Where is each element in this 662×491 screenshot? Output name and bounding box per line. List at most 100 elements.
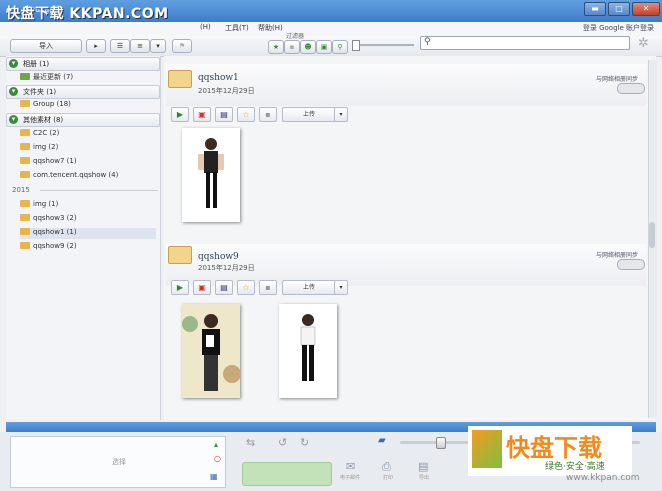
filter-label: 过滤器 (286, 33, 305, 40)
upload-button[interactable]: 上传 (282, 107, 336, 122)
photo-thumbnail[interactable] (182, 128, 240, 222)
menu-view[interactable]: (H) (200, 23, 211, 31)
sidebar-item-group[interactable]: Group (18) (20, 100, 71, 111)
sync-toggle[interactable] (617, 83, 645, 94)
recent-icon (20, 73, 30, 80)
section-albums[interactable]: ▾ 相册 (1) (6, 57, 160, 71)
date-filter-knob[interactable] (352, 40, 360, 51)
maximize-button[interactable]: □ (608, 2, 630, 16)
zoom-out-icon[interactable]: ▰ (378, 435, 386, 446)
date-filter-slider[interactable] (354, 44, 414, 46)
search-icon: ⚲ (424, 37, 431, 47)
zoom-slider-knob[interactable] (436, 437, 446, 449)
year-heading: 2015 (12, 186, 30, 194)
upload-dropdown[interactable]: ▾ (334, 107, 348, 122)
sidebar-item-qqshow7[interactable]: qqshow7 (1) (20, 157, 77, 168)
folder-icon (20, 228, 30, 235)
share-icon[interactable]: ⇆ (246, 436, 255, 449)
album-title: qqshow9 (198, 252, 239, 262)
rotate-right-icon[interactable]: ↻ (300, 436, 309, 449)
gear-icon[interactable]: ✲ (638, 36, 649, 51)
menu-help[interactable]: 帮助(H) (258, 23, 283, 33)
star-button[interactable]: ☆ (237, 280, 255, 295)
upload-to-web-button[interactable] (242, 462, 332, 486)
sidebar-item-recent[interactable]: 最近更新 (7) (20, 72, 73, 83)
sync-toggle[interactable] (617, 259, 645, 270)
movie-button[interactable]: ▤ (215, 280, 233, 295)
item-label: qqshow9 (2) (33, 242, 77, 250)
sidebar-item-img[interactable]: img (2) (20, 143, 58, 154)
detail-view-button[interactable]: ≡ (130, 39, 150, 53)
item-label: C2C (2) (33, 129, 60, 137)
folder-icon (20, 171, 30, 178)
sidebar-item-qqshow1[interactable]: qqshow1 (1) (20, 228, 156, 239)
play-button[interactable]: ▶ (171, 107, 189, 122)
clear-icon[interactable]: ○ (214, 454, 221, 463)
ad-title: 快盘下载 (506, 434, 602, 462)
sidebar-item-qqshow3[interactable]: qqshow3 (2) (20, 214, 77, 225)
album-folder-icon (168, 70, 192, 88)
rotate-left-icon[interactable]: ↺ (278, 436, 287, 449)
star-filter-icon[interactable]: ★ (268, 40, 284, 54)
ad-logo-icon (472, 430, 502, 468)
item-label: qqshow1 (1) (33, 228, 77, 236)
folder-icon (20, 157, 30, 164)
collage-button[interactable]: ▣ (193, 280, 211, 295)
sidebar-item-tencent[interactable]: com.tencent.qqshow (4) (20, 171, 118, 182)
sync-label: 与网络相册同步 (596, 76, 639, 83)
export-label: 导出 (419, 475, 430, 481)
folder-icon (20, 214, 30, 221)
item-label: com.tencent.qqshow (4) (33, 171, 119, 179)
upload-dropdown[interactable]: ▾ (334, 280, 348, 295)
watermark-text: 快盘下载 KKPAN.COM (6, 6, 169, 22)
collapse-icon: ▾ (9, 59, 18, 68)
section-other[interactable]: ▾ 其他素材 (8) (6, 113, 160, 127)
minimize-button[interactable]: ▬ (584, 2, 606, 16)
menu-tools[interactable]: 工具(T) (225, 23, 249, 33)
sidebar-item-qqshow9[interactable]: qqshow9 (2) (20, 242, 77, 253)
slideshow-button[interactable]: ▸ (86, 39, 106, 53)
print-icon[interactable]: ⎙ (382, 460, 391, 474)
tray-label: 选择 (112, 458, 126, 466)
menu-bar (0, 22, 662, 37)
collapse-icon: ▾ (9, 87, 18, 96)
upload-label: 上传 (302, 111, 315, 118)
print-label: 打印 (383, 475, 394, 481)
album-date: 2015年12月29日 (198, 264, 255, 272)
folder-icon (20, 143, 30, 150)
upload-filter-icon[interactable]: ▣ (316, 40, 332, 54)
folder-icon (20, 242, 30, 249)
item-label: img (1) (33, 200, 59, 208)
photo-thumbnail[interactable] (279, 304, 337, 398)
ad-subtitle: 绿色·安全·高速 (545, 462, 605, 472)
item-label: 最近更新 (7) (33, 73, 74, 81)
save-button[interactable]: ▪ (259, 280, 277, 295)
sidebar-item-c2c[interactable]: C2C (2) (20, 129, 59, 140)
email-icon[interactable]: ✉ (346, 460, 355, 473)
upload-button[interactable]: 上传 (282, 280, 336, 295)
star-button[interactable]: ☆ (237, 107, 255, 122)
movie-button[interactable]: ▤ (215, 107, 233, 122)
photo-thumbnail[interactable] (182, 304, 241, 398)
play-button[interactable]: ▶ (171, 280, 189, 295)
list-view-button[interactable]: ☰ (110, 39, 130, 53)
sidebar-item-img-2015[interactable]: img (1) (20, 200, 58, 211)
people-button[interactable]: ⚑ (172, 39, 192, 53)
import-button[interactable]: 导入 (10, 39, 82, 53)
search-input[interactable] (420, 36, 630, 50)
hold-icon[interactable]: ▴ (214, 440, 218, 449)
face-filter-icon[interactable]: ☻ (300, 40, 316, 54)
collapse-icon: ▾ (9, 115, 18, 124)
add-to-album-icon[interactable]: ▦ (210, 472, 218, 481)
signin-link[interactable]: 登录 Google 账户登录 (583, 23, 654, 33)
video-filter-icon[interactable]: ▪ (284, 40, 300, 54)
scrollbar-thumb[interactable] (649, 222, 655, 248)
collage-button[interactable]: ▣ (193, 107, 211, 122)
save-button[interactable]: ▪ (259, 107, 277, 122)
close-button[interactable]: ✕ (632, 2, 660, 16)
section-folders[interactable]: ▾ 文件夹 (1) (6, 85, 160, 99)
geotag-filter-icon[interactable]: ⚲ (332, 40, 348, 54)
view-dropdown-button[interactable]: ▾ (150, 39, 166, 53)
item-label: Group (18) (33, 100, 71, 108)
export-icon[interactable]: ▤ (418, 460, 428, 473)
